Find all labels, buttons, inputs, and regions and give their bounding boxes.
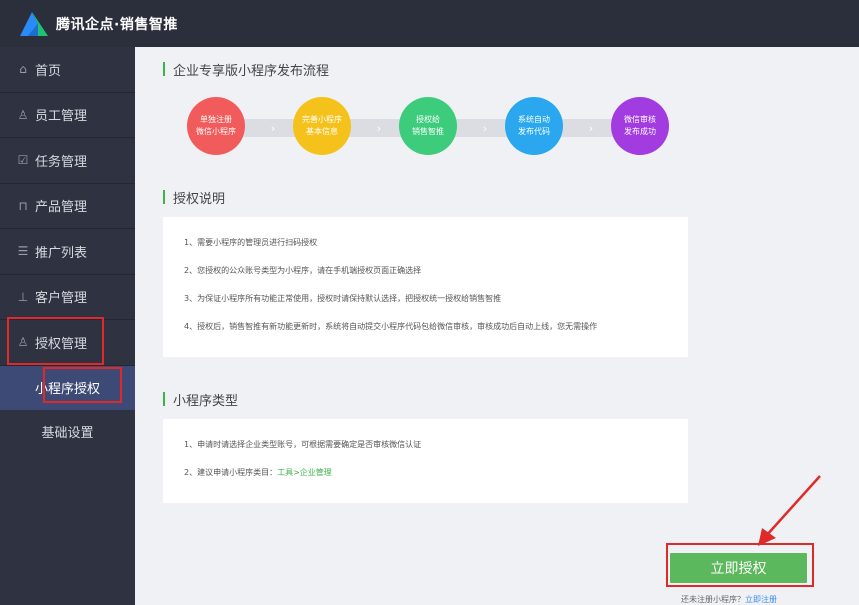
flow-step-line: 授权给 (416, 115, 440, 124)
user-icon: ♙ (17, 107, 29, 122)
customer-icon: ⊥ (17, 289, 29, 304)
product-icon: ⊓ (18, 198, 28, 213)
flow-step-line: 销售智推 (412, 127, 444, 136)
sidebar-item-label: 任务管理 (35, 154, 88, 170)
type-note: 1、申请时请选择企业类型账号，可根据需要确定是否审核微信认证 (184, 440, 422, 449)
flow-step-2: 完善小程序 基本信息 (293, 97, 351, 155)
flow-step-1: 单独注册 微信小程序 (187, 97, 245, 155)
sidebar-item-label: 推广列表 (35, 245, 88, 261)
highlight-box-authorization (7, 317, 104, 365)
flow-step-line: 微信小程序 (196, 127, 236, 136)
auth-note: 2、您授权的公众账号类型为小程序，请在手机端授权页面正确选择 (184, 266, 422, 275)
chevron-right-icon: › (588, 122, 594, 135)
tencent-qidian-logo[interactable] (18, 10, 50, 38)
publish-flow: › › › › 单独注册 微信小程序 完善小程序 基本信息 授权给 销售智推 系… (187, 97, 677, 159)
flow-step-4: 系统自动 发布代码 (505, 97, 563, 155)
register-now-link[interactable]: 立即注册 (745, 595, 777, 604)
sidebar-item-products[interactable]: ⊓ 产品管理 (0, 184, 135, 229)
sidebar-item-label: 首页 (35, 63, 62, 79)
sidebar-item-label: 客户管理 (35, 291, 88, 307)
flow-step-line: 微信审核 (624, 115, 656, 124)
flow-step-line: 发布代码 (518, 127, 550, 136)
flow-step-5: 微信审核 发布成功 (611, 97, 669, 155)
flow-step-line: 完善小程序 (302, 115, 342, 124)
flow-section-title: 企业专享版小程序发布流程 (163, 61, 329, 79)
auth-notes-card: 1、需要小程序的管理员进行扫码授权 2、您授权的公众账号类型为小程序，请在手机端… (163, 217, 688, 357)
sidebar-item-promotion[interactable]: ☰ 推广列表 (0, 229, 135, 275)
flow-step-line: 单独注册 (200, 115, 232, 124)
flow-step-line: 基本信息 (306, 127, 338, 136)
sidebar-item-home[interactable]: ⌂ 首页 (0, 47, 135, 93)
flow-step-line: 系统自动 (518, 115, 550, 124)
brand-title: 腾讯企点·销售智推 (56, 16, 178, 33)
task-icon: ☑ (17, 153, 29, 168)
auth-note: 1、需要小程序的管理员进行扫码授权 (184, 238, 318, 247)
sidebar-item-tasks[interactable]: ☑ 任务管理 (0, 138, 135, 184)
auth-note: 4、授权后，销售智推有新功能更新时，系统将自动提交小程序代码包给微信审核，审核成… (184, 322, 598, 331)
home-icon: ⌂ (19, 62, 27, 77)
register-hint: 还未注册小程序？立即注册 (681, 594, 777, 605)
chevron-right-icon: › (482, 122, 488, 135)
type-section-title: 小程序类型 (163, 391, 238, 409)
type-notes-card: 1、申请时请选择企业类型账号，可根据需要确定是否审核微信认证 2、建议申请小程序… (163, 419, 688, 503)
top-header: 腾讯企点·销售智推 (0, 0, 859, 47)
sidebar-item-label: 产品管理 (35, 200, 88, 216)
category-link[interactable]: 工具>企业管理 (277, 468, 332, 477)
sidebar-subitem-label: 基础设置 (41, 426, 94, 441)
auth-note: 3、为保证小程序所有功能正常使用，授权时请保持默认选择，把授权统一授权给销售智推 (184, 294, 502, 303)
list-icon: ☰ (17, 244, 29, 259)
chevron-right-icon: › (270, 122, 276, 135)
highlight-box-miniprogram-auth (43, 367, 122, 403)
sidebar: ⌂ 首页 ♙ 员工管理 ☑ 任务管理 ⊓ 产品管理 ☰ 推广列表 ⊥ 客户管理 … (0, 47, 135, 605)
red-arrow-annotation (758, 475, 821, 546)
register-hint-text: 还未注册小程序？ (681, 595, 745, 604)
sidebar-item-customers[interactable]: ⊥ 客户管理 (0, 275, 135, 320)
auth-section-title: 授权说明 (163, 189, 225, 207)
flow-step-line: 发布成功 (624, 127, 656, 136)
chevron-right-icon: › (376, 122, 382, 135)
sidebar-item-staff[interactable]: ♙ 员工管理 (0, 93, 135, 138)
flow-step-3: 授权给 销售智推 (399, 97, 457, 155)
type-note: 2、建议申请小程序类目：工具>企业管理 (184, 467, 332, 478)
sidebar-item-label: 员工管理 (35, 109, 88, 125)
sidebar-subitem-basic-settings[interactable]: 基础设置 (0, 410, 135, 454)
type-note-text: 2、建议申请小程序类目： (184, 468, 278, 477)
authorize-now-button[interactable]: 立即授权 (670, 553, 807, 583)
main-content: 企业专享版小程序发布流程 › › › › 单独注册 微信小程序 完善小程序 基本… (135, 47, 859, 605)
